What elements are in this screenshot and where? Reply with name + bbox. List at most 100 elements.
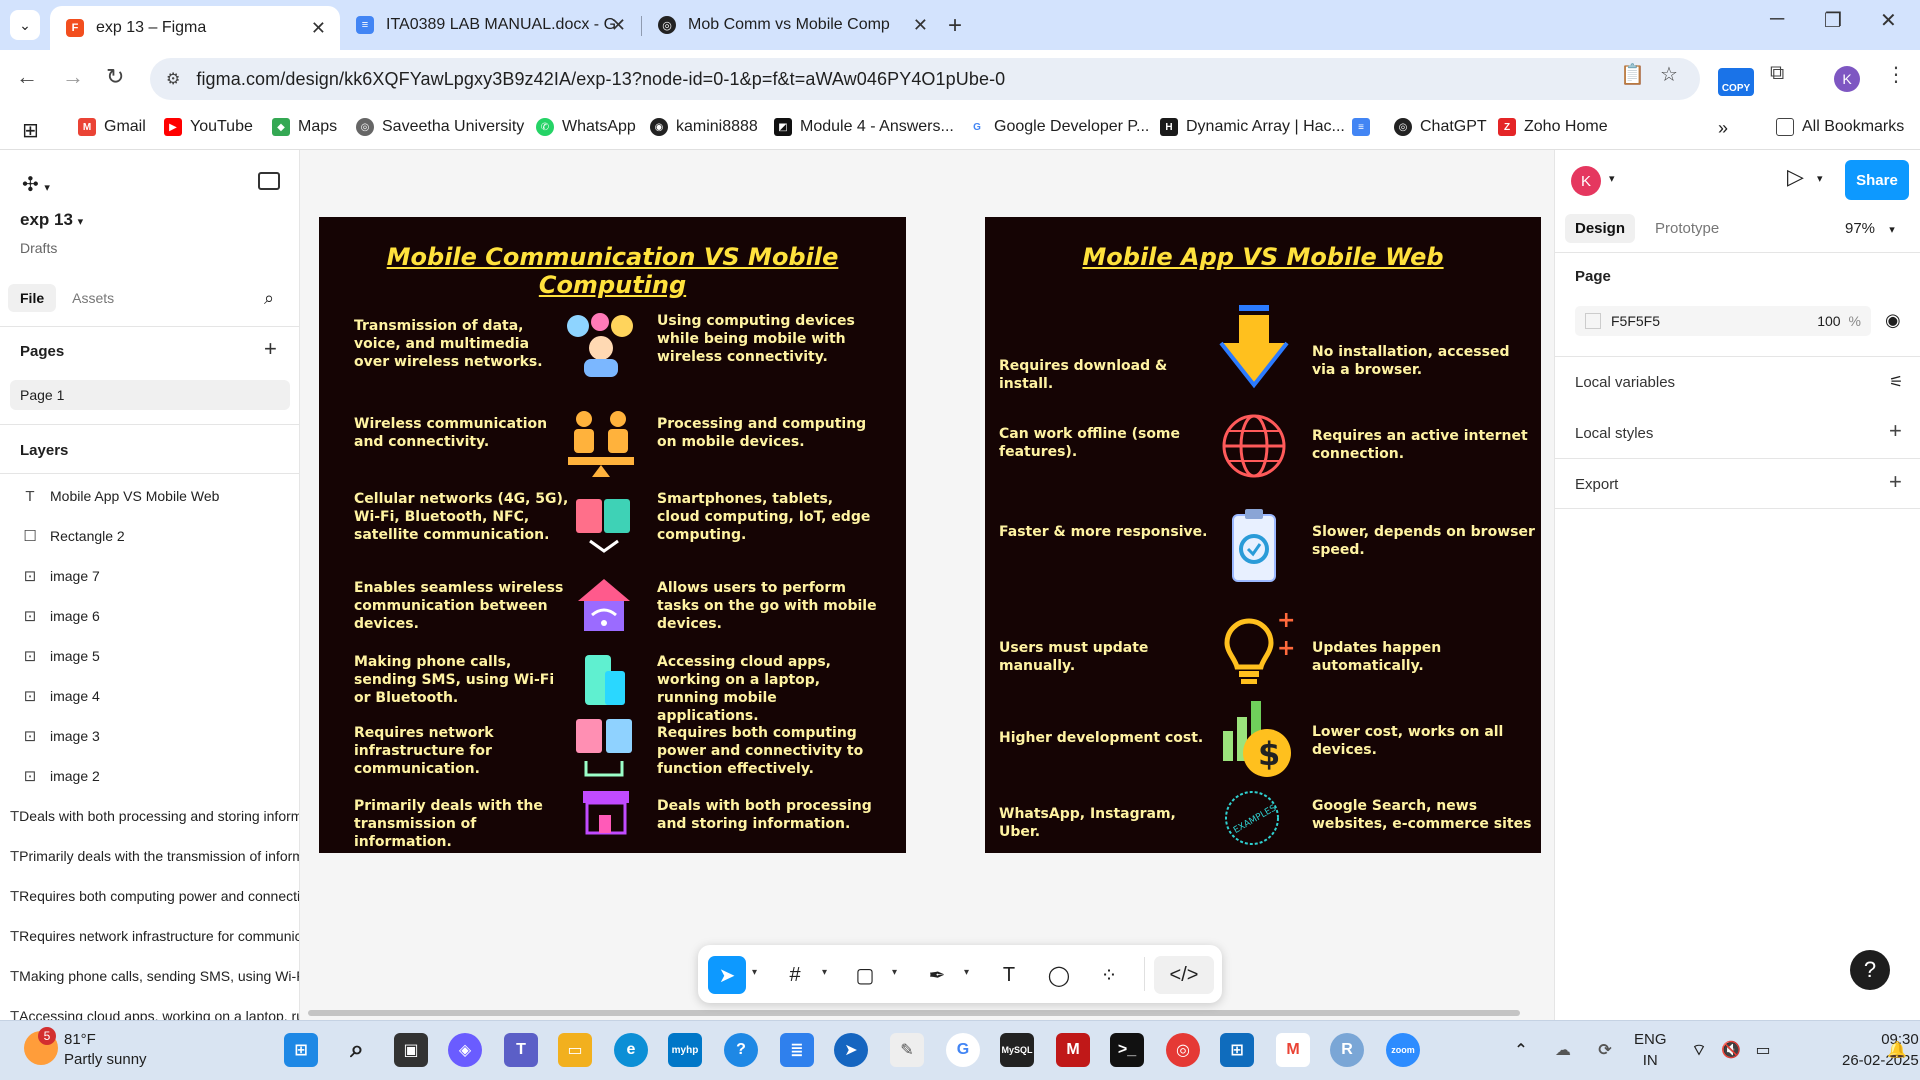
address-bar[interactable]: ⚙ figma.com/design/kk6XQFYawLpgxy3B9z42I…	[150, 58, 1700, 100]
move-tool-cursor-icon[interactable]: ➤	[708, 956, 746, 994]
reload-icon[interactable]: ↻	[106, 64, 124, 90]
comparison-right-text[interactable]: Allows users to perform tasks on the go …	[657, 579, 877, 633]
comparison-right-text[interactable]: Lower cost, works on all devices.	[1312, 723, 1537, 759]
tab-chatgpt[interactable]: ◎ Mob Comm vs Mobile Comp ✕	[642, 6, 942, 44]
file-chevron-icon[interactable]: ▾	[78, 216, 84, 228]
layer-item[interactable]: T Mobile App VS Mobile Web	[0, 476, 299, 516]
layer-item[interactable]: ☐ Rectangle 2	[0, 516, 299, 556]
minimize-icon[interactable]: ─	[1770, 8, 1784, 31]
mobile-devices-icon[interactable]	[581, 653, 631, 709]
chrome-icon[interactable]: ◎	[1166, 1033, 1200, 1067]
comparison-right-text[interactable]: Google Search, news websites, e-commerce…	[1312, 797, 1542, 833]
file-explorer-icon[interactable]: ▭	[558, 1033, 592, 1067]
local-variables-heading[interactable]: Local variables	[1575, 374, 1675, 391]
store-icon[interactable]: ⊞	[1220, 1033, 1254, 1067]
shape-tool-chevron-icon[interactable]: ▾	[892, 967, 897, 978]
teams-icon[interactable]: T	[504, 1033, 538, 1067]
paint-app-icon[interactable]: ✎	[890, 1033, 924, 1067]
pen-tool-icon[interactable]: ✒	[918, 956, 956, 994]
bookmark-hackerrank[interactable]: H Dynamic Array | Hac...	[1160, 118, 1345, 136]
weather-condition[interactable]: Partly sunny	[64, 1051, 147, 1068]
comparison-right-text[interactable]: No installation, accessed via a browser.	[1312, 343, 1537, 379]
comparison-left-text[interactable]: Wireless communication and connectivity.	[354, 415, 564, 451]
variables-settings-icon[interactable]: ⚟	[1889, 372, 1903, 392]
input-language[interactable]: ENG IN	[1634, 1029, 1667, 1071]
notepad-icon[interactable]: ≣	[780, 1033, 814, 1067]
layer-item[interactable]: ⊡ image 3	[0, 716, 299, 756]
volume-muted-icon[interactable]: 🔇	[1714, 1033, 1748, 1067]
figma-canvas[interactable]: Mobile Communication VS Mobile Computing…	[300, 150, 1554, 1020]
file-name[interactable]: exp 13 ▾	[20, 210, 83, 230]
comparison-left-text[interactable]: Making phone calls, sending SMS, using W…	[354, 653, 569, 707]
lightbulb-plus-icon[interactable]: + +	[1221, 603, 1303, 687]
bookmark-maps[interactable]: ◆ Maps	[272, 118, 337, 136]
myhp-icon[interactable]: myhp	[668, 1033, 702, 1067]
mcafee-icon[interactable]: M	[1056, 1033, 1090, 1067]
bookmark-zoho[interactable]: Z Zoho Home	[1498, 118, 1608, 136]
all-bookmarks[interactable]: All Bookmarks	[1776, 118, 1904, 136]
frame-mobile-communication-vs-computing[interactable]: Mobile Communication VS Mobile Computing…	[319, 217, 906, 853]
comparison-right-text[interactable]: Updates happen automatically.	[1312, 639, 1542, 675]
more-bookmarks-chevron-icon[interactable]: »	[1718, 118, 1728, 139]
frame-tool-chevron-icon[interactable]: ▾	[822, 967, 827, 978]
browser-profile-avatar[interactable]: K	[1834, 66, 1860, 92]
bookmark-star-icon[interactable]: ☆	[1660, 62, 1678, 87]
windows-start-icon[interactable]: ⊞	[284, 1033, 318, 1067]
clipboard-icon[interactable]: 📋	[1620, 62, 1645, 87]
wifi-icon[interactable]: ⌔	[1682, 1033, 1716, 1067]
gmail-icon[interactable]: M	[1276, 1033, 1310, 1067]
present-play-icon[interactable]: ▷	[1787, 164, 1804, 190]
comment-tool-bubble-icon[interactable]: ◯	[1040, 956, 1078, 994]
bookmark-docs[interactable]: ≡	[1352, 118, 1378, 136]
pen-tool-chevron-icon[interactable]: ▾	[964, 967, 969, 978]
bookmark-whatsapp[interactable]: ✆ WhatsApp	[536, 118, 636, 136]
person-bubbles-icon[interactable]	[564, 312, 638, 378]
close-tab-icon[interactable]: ✕	[311, 18, 326, 39]
search-icon[interactable]: ⌕	[340, 1033, 374, 1067]
examples-stamp-icon[interactable]: EXAMPLES	[1223, 789, 1281, 847]
help-app-icon[interactable]: ?	[724, 1033, 758, 1067]
avatar-chevron-icon[interactable]: ▾	[1609, 172, 1615, 185]
bookmark-github[interactable]: ◉ kamini8888	[650, 118, 758, 136]
forward-arrow-icon[interactable]: →	[62, 64, 84, 90]
shape-tool-rectangle-icon[interactable]: ▢	[846, 956, 884, 994]
copy-extension-icon[interactable]: COPY	[1718, 68, 1754, 96]
layer-item[interactable]: T Primarily deals with the transmission o…	[0, 836, 299, 876]
zoom-chevron-icon[interactable]: ▾	[1889, 224, 1895, 236]
bookmark-google-dev[interactable]: G Google Developer P...	[968, 118, 1149, 136]
tab-docs[interactable]: ≡ ITA0389 LAB MANUAL.docx - G ✕	[340, 6, 640, 44]
comparison-left-text[interactable]: WhatsApp, Instagram, Uber.	[999, 805, 1219, 841]
url-text[interactable]: figma.com/design/kk6XQFYawLpgxy3B9z42IA/…	[196, 69, 1005, 90]
export-heading[interactable]: Export	[1575, 476, 1618, 493]
globe-icon[interactable]	[1221, 413, 1287, 479]
battery-icon[interactable]: ▭	[1746, 1033, 1780, 1067]
frame-title[interactable]: Mobile App VS Mobile Web	[985, 243, 1541, 271]
comparison-right-text[interactable]: Accessing cloud apps, working on a lapto…	[657, 653, 882, 725]
fill-opacity[interactable]: 100	[1817, 313, 1840, 329]
r-app-icon[interactable]: R	[1330, 1033, 1364, 1067]
network-transfer-icon[interactable]	[574, 497, 634, 555]
tab-design[interactable]: Design	[1565, 214, 1636, 243]
cost-chart-dollar-icon[interactable]: $	[1221, 697, 1295, 783]
data-sync-icon[interactable]	[574, 717, 636, 783]
close-tab-icon[interactable]: ✕	[913, 15, 928, 36]
task-view-icon[interactable]: ▣	[394, 1033, 428, 1067]
download-arrow-icon[interactable]	[1217, 303, 1291, 389]
tab-figma[interactable]: F exp 13 – Figma ✕	[50, 6, 340, 50]
checklist-gear-icon[interactable]	[1227, 507, 1281, 585]
people-connectivity-icon[interactable]	[564, 407, 638, 479]
comparison-right-text[interactable]: Using computing devices while being mobi…	[657, 312, 857, 366]
zoom-level[interactable]: 97% ▾	[1845, 220, 1895, 237]
zoom-icon[interactable]: zoom	[1386, 1033, 1420, 1067]
back-arrow-icon[interactable]: ←	[16, 64, 38, 90]
tab-file[interactable]: File	[8, 284, 57, 312]
frame-tool-hash-icon[interactable]: #	[776, 956, 814, 994]
text-tool-icon[interactable]: T	[990, 956, 1028, 994]
comparison-right-text[interactable]: Smartphones, tablets, cloud computing, I…	[657, 490, 872, 544]
canvas-horizontal-scrollbar[interactable]	[308, 1010, 1520, 1016]
comparison-left-text[interactable]: Higher development cost.	[999, 729, 1219, 747]
layer-item[interactable]: ⊡ image 6	[0, 596, 299, 636]
mysql-icon[interactable]: MySQL	[1000, 1033, 1034, 1067]
layer-item[interactable]: T Requires both computing power and conne…	[0, 876, 299, 916]
frame-mobile-app-vs-mobile-web[interactable]: Mobile App VS Mobile Web Requires downlo…	[985, 217, 1541, 853]
